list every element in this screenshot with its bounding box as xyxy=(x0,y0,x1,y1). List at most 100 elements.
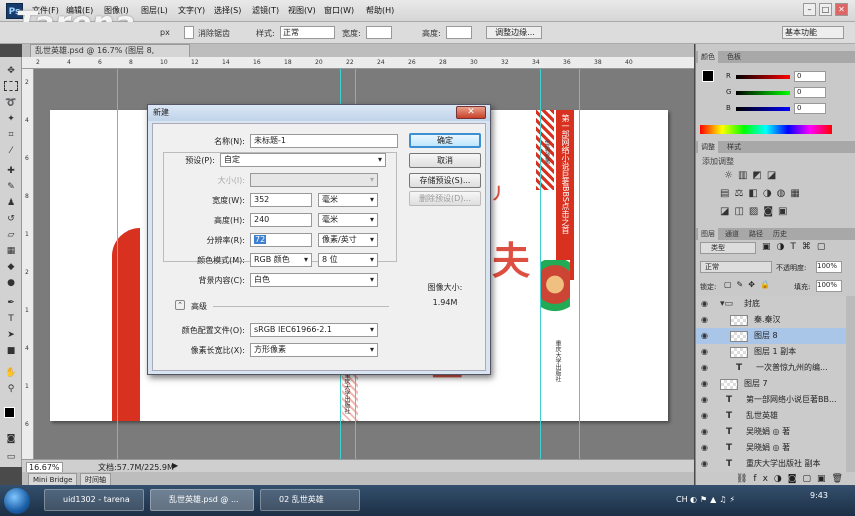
layer-row[interactable]: ◉ T 一次普惊九州的编... xyxy=(696,360,846,377)
move-tool-icon[interactable]: ✥ xyxy=(4,65,18,77)
tab-color[interactable]: 颜色 xyxy=(698,51,718,63)
layer-footer-icons[interactable]: ⛓fx◑◙▢▣🗑 xyxy=(736,474,849,484)
preset-select[interactable]: 自定 xyxy=(220,153,386,167)
visibility-eye-icon[interactable]: ◉ xyxy=(701,376,708,392)
resolution-unit-select[interactable]: 像素/英寸 xyxy=(318,233,378,247)
antialias-checkbox[interactable] xyxy=(184,26,194,39)
eyedropper-icon[interactable]: ⁄ xyxy=(4,145,18,157)
style-select[interactable]: 正常 xyxy=(280,26,335,39)
menu-item[interactable]: 文字(Y) xyxy=(178,5,205,16)
eraser-tool-icon[interactable]: ▱ xyxy=(4,229,18,241)
dialog-close-button[interactable]: ✕ xyxy=(456,106,486,119)
height-input[interactable]: 240 xyxy=(250,213,312,227)
layer-filter-icons[interactable]: ▣◑T⌘▢ xyxy=(762,242,831,252)
visibility-eye-icon[interactable]: ◉ xyxy=(701,424,708,440)
lasso-tool-icon[interactable]: ➰ xyxy=(4,97,18,109)
ok-button[interactable]: 确定 xyxy=(409,133,481,148)
shape-tool-icon[interactable]: ■ xyxy=(4,345,18,357)
taskbar-item-photoshop[interactable]: 乱世英雄.psd @ ... xyxy=(150,489,254,511)
lock-icons[interactable]: ▢✎✥🔒 xyxy=(724,280,775,289)
path-select-icon[interactable]: ➤ xyxy=(4,329,18,341)
width-input[interactable] xyxy=(366,26,392,39)
visibility-eye-icon[interactable]: ◉ xyxy=(701,296,708,312)
save-preset-button[interactable]: 存储预设(S)... xyxy=(409,173,481,188)
gradient-tool-icon[interactable]: ▦ xyxy=(4,245,18,257)
minimize-button[interactable]: – xyxy=(803,3,816,16)
layer-filter-select[interactable]: 类型 xyxy=(700,242,756,254)
magic-wand-icon[interactable]: ✦ xyxy=(4,113,18,125)
taskbar-item-chat[interactable]: uid1302 - tarena xyxy=(44,489,144,511)
layer-row[interactable]: ◉ 图层 8 xyxy=(696,328,846,345)
healing-brush-icon[interactable]: ✚ xyxy=(4,165,18,177)
layer-row[interactable]: ◉ 秦.秦汉 xyxy=(696,312,846,329)
color-profile-select[interactable]: sRGB IEC61966-2.1 xyxy=(250,323,378,337)
pen-tool-icon[interactable]: ✒ xyxy=(4,297,18,309)
quick-mask-icon[interactable]: ◙ xyxy=(4,433,18,445)
menu-item[interactable]: 帮助(H) xyxy=(366,5,394,16)
blue-value[interactable]: 0 xyxy=(794,103,826,114)
marquee-tool-icon[interactable] xyxy=(4,81,18,91)
layer-row[interactable]: ◉ ▾▭ 封底 xyxy=(696,296,846,313)
type-tool-icon[interactable]: T xyxy=(4,313,18,325)
screen-mode-icon[interactable]: ▭ xyxy=(4,451,18,463)
opacity-input[interactable]: 100% xyxy=(816,261,842,273)
visibility-eye-icon[interactable]: ◉ xyxy=(701,312,708,328)
width-unit-select[interactable]: 毫米 xyxy=(318,193,378,207)
width-input[interactable]: 352 xyxy=(250,193,312,207)
height-unit-select[interactable]: 毫米 xyxy=(318,213,378,227)
menu-item[interactable]: 选择(S) xyxy=(214,5,241,16)
layer-row[interactable]: ◉ T 第一部网络小说巨著BB... xyxy=(696,392,846,409)
clock[interactable]: 9:43 xyxy=(810,491,828,500)
size-select[interactable] xyxy=(250,173,378,187)
stamp-tool-icon[interactable]: ♟ xyxy=(4,197,18,209)
visibility-eye-icon[interactable]: ◉ xyxy=(701,456,708,472)
menu-item[interactable]: 滤镜(T) xyxy=(252,5,279,16)
layer-row[interactable]: ◉ T 吴晓娟 ◎ 著 xyxy=(696,424,846,441)
red-value[interactable]: 0 xyxy=(794,71,826,82)
foreground-color-swatch[interactable] xyxy=(4,407,15,418)
tab-adjustments[interactable]: 调整 xyxy=(698,141,718,153)
adjustment-icons-row2[interactable]: ▤⚖◧◑◍▦ xyxy=(720,188,805,199)
status-menu-arrow-icon[interactable]: ▶ xyxy=(172,461,178,470)
tray-icons[interactable]: ◐⚑▲♫⚡ xyxy=(690,495,738,504)
document-tab[interactable]: 乱世英雄.psd @ 16.7% (图层 8, CMYK/8) xyxy=(30,44,190,67)
tab-swatches[interactable]: 色板 xyxy=(724,51,744,63)
timeline-tab[interactable]: 时间轴 xyxy=(80,473,111,485)
height-input[interactable] xyxy=(446,26,472,39)
guide-line[interactable] xyxy=(117,69,118,459)
brush-tool-icon[interactable]: ✎ xyxy=(4,181,18,193)
hand-tool-icon[interactable]: ✋ xyxy=(4,367,18,379)
adjustment-icons-row3[interactable]: ◪◫▨◙▣ xyxy=(720,206,793,217)
guide-line[interactable] xyxy=(579,69,580,459)
adjustment-icons-row1[interactable]: ☼▥◩◪ xyxy=(724,170,781,181)
blue-slider[interactable] xyxy=(736,107,790,111)
menu-item[interactable]: 图层(L) xyxy=(141,5,168,16)
background-select[interactable]: 白色 xyxy=(250,273,378,287)
tab-history[interactable]: 历史 xyxy=(770,228,790,240)
fg-color-chip[interactable] xyxy=(702,70,714,82)
refine-edge-button[interactable]: 调整边缘... xyxy=(486,26,542,39)
color-mode-select[interactable]: RGB 颜色 xyxy=(250,253,312,267)
tab-layers[interactable]: 图层 xyxy=(698,228,718,240)
menu-item[interactable]: 视图(V) xyxy=(288,5,316,16)
crop-tool-icon[interactable]: ⌗ xyxy=(4,129,18,141)
visibility-eye-icon[interactable]: ◉ xyxy=(701,360,708,376)
guide-line[interactable] xyxy=(540,69,541,459)
blur-tool-icon[interactable]: ◆ xyxy=(4,261,18,273)
layer-row[interactable]: ◉ T 乱世英雄 xyxy=(696,408,846,425)
workspace-select[interactable]: 基本功能 xyxy=(782,26,844,39)
fill-input[interactable]: 100% xyxy=(816,280,842,292)
layer-row[interactable]: ◉ 图层 1 副本 xyxy=(696,344,846,361)
mini-bridge-tab[interactable]: Mini Bridge xyxy=(28,473,78,485)
green-value[interactable]: 0 xyxy=(794,87,826,98)
red-slider[interactable] xyxy=(736,75,790,79)
dodge-tool-icon[interactable]: ● xyxy=(4,277,18,289)
aspect-select[interactable]: 方形像素 xyxy=(250,343,378,357)
name-input[interactable]: 未标题-1 xyxy=(250,134,398,148)
layer-row[interactable]: ◉ T 重庆大学出版社 副本 xyxy=(696,456,846,472)
taskbar-item-folder[interactable]: 02 乱世英雄 xyxy=(260,489,360,511)
tab-paths[interactable]: 路径 xyxy=(746,228,766,240)
input-language[interactable]: CH xyxy=(676,495,688,504)
tab-styles[interactable]: 样式 xyxy=(724,141,744,153)
layer-row[interactable]: ◉ T 吴晓娟 ◎ 著 xyxy=(696,440,846,457)
